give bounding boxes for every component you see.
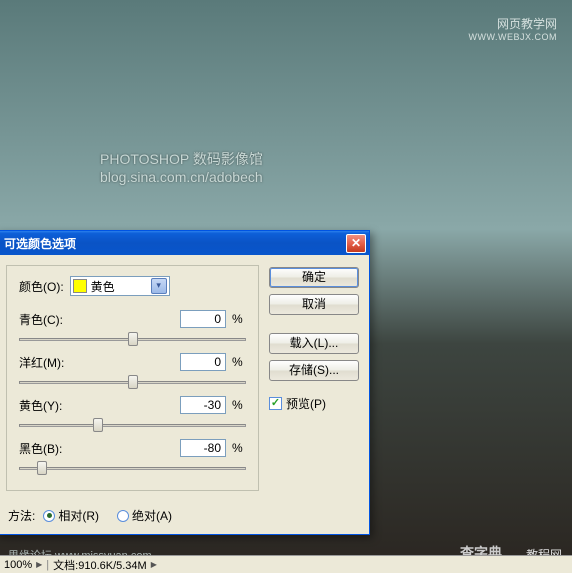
preview-label: 预览(P) — [286, 395, 326, 412]
zoom-arrow-icon[interactable]: ▶ — [36, 560, 42, 569]
cyan-slider-group: 青色(C): % — [19, 310, 246, 349]
save-button[interactable]: 存储(S)... — [269, 360, 359, 381]
controls-panel: 颜色(O): 黄色 ▾ 青色(C): % — [6, 265, 259, 491]
magenta-thumb[interactable] — [128, 375, 138, 389]
close-icon: ✕ — [351, 236, 361, 250]
color-dropdown[interactable]: 黄色 ▾ — [70, 276, 170, 296]
caption-line1: PHOTOSHOP 数码影像馆 — [100, 150, 263, 168]
color-select-row: 颜色(O): 黄色 ▾ — [19, 276, 246, 296]
method-row: 方法: 相对(R) 绝对(A) — [0, 501, 369, 534]
chevron-down-icon: ▾ — [151, 278, 167, 294]
buttons-column: 确定 取消 载入(L)... 存储(S)... ✓ 预览(P) — [269, 265, 359, 491]
dialog-titlebar[interactable]: 可选颜色选项 ✕ — [0, 231, 369, 255]
yellow-slider-group: 黄色(Y): % — [19, 396, 246, 435]
yellow-pct: % — [232, 398, 246, 412]
doc-arrow-icon[interactable]: ▶ — [151, 560, 157, 569]
black-slider-group: 黑色(B): % — [19, 439, 246, 478]
ok-button[interactable]: 确定 — [269, 267, 359, 288]
cyan-slider[interactable] — [19, 331, 246, 349]
watermark-top-sub: WWW.WEBJX.COM — [469, 32, 558, 42]
selective-color-dialog: 可选颜色选项 ✕ 颜色(O): 黄色 ▾ 青色(C): % — [0, 230, 370, 535]
dialog-title: 可选颜色选项 — [4, 235, 346, 252]
cancel-button[interactable]: 取消 — [269, 294, 359, 315]
magenta-slider-group: 洋红(M): % — [19, 353, 246, 392]
black-slider[interactable] — [19, 460, 246, 478]
radio-icon — [43, 510, 55, 522]
black-pct: % — [232, 441, 246, 455]
doc-size: 文档:910.6K/5.34M — [53, 557, 147, 573]
watermark-top: 网页教学网 WWW.WEBJX.COM — [469, 15, 558, 42]
magenta-pct: % — [232, 355, 246, 369]
zoom-level[interactable]: 100% — [4, 559, 32, 571]
black-thumb[interactable] — [37, 461, 47, 475]
magenta-input[interactable] — [180, 353, 226, 371]
color-dropdown-text: 黄色 — [91, 278, 151, 295]
black-input[interactable] — [180, 439, 226, 457]
method-absolute-radio[interactable]: 绝对(A) — [117, 507, 172, 524]
method-relative-label: 相对(R) — [58, 507, 99, 524]
magenta-label: 洋红(M): — [19, 354, 79, 371]
load-button[interactable]: 载入(L)... — [269, 333, 359, 354]
method-absolute-label: 绝对(A) — [132, 507, 172, 524]
caption-line2: blog.sina.com.cn/adobech — [100, 168, 263, 186]
dialog-body: 颜色(O): 黄色 ▾ 青色(C): % — [0, 255, 369, 501]
color-label: 颜色(O): — [19, 278, 64, 295]
black-label: 黑色(B): — [19, 440, 79, 457]
preview-row: ✓ 预览(P) — [269, 395, 359, 412]
yellow-slider[interactable] — [19, 417, 246, 435]
yellow-label: 黄色(Y): — [19, 397, 79, 414]
cyan-input[interactable] — [180, 310, 226, 328]
yellow-thumb[interactable] — [93, 418, 103, 432]
status-bar: 100% ▶ | 文档:910.6K/5.34M ▶ — [0, 555, 572, 573]
magenta-slider[interactable] — [19, 374, 246, 392]
preview-checkbox[interactable]: ✓ — [269, 397, 282, 410]
watermark-top-title: 网页教学网 — [469, 15, 558, 32]
close-button[interactable]: ✕ — [346, 234, 366, 253]
method-relative-radio[interactable]: 相对(R) — [43, 507, 99, 524]
color-swatch — [73, 279, 87, 293]
radio-icon — [117, 510, 129, 522]
cyan-thumb[interactable] — [128, 332, 138, 346]
yellow-input[interactable] — [180, 396, 226, 414]
image-caption: PHOTOSHOP 数码影像馆 blog.sina.com.cn/adobech — [100, 150, 263, 186]
cyan-label: 青色(C): — [19, 311, 79, 328]
method-label: 方法: — [8, 507, 35, 524]
cyan-pct: % — [232, 312, 246, 326]
